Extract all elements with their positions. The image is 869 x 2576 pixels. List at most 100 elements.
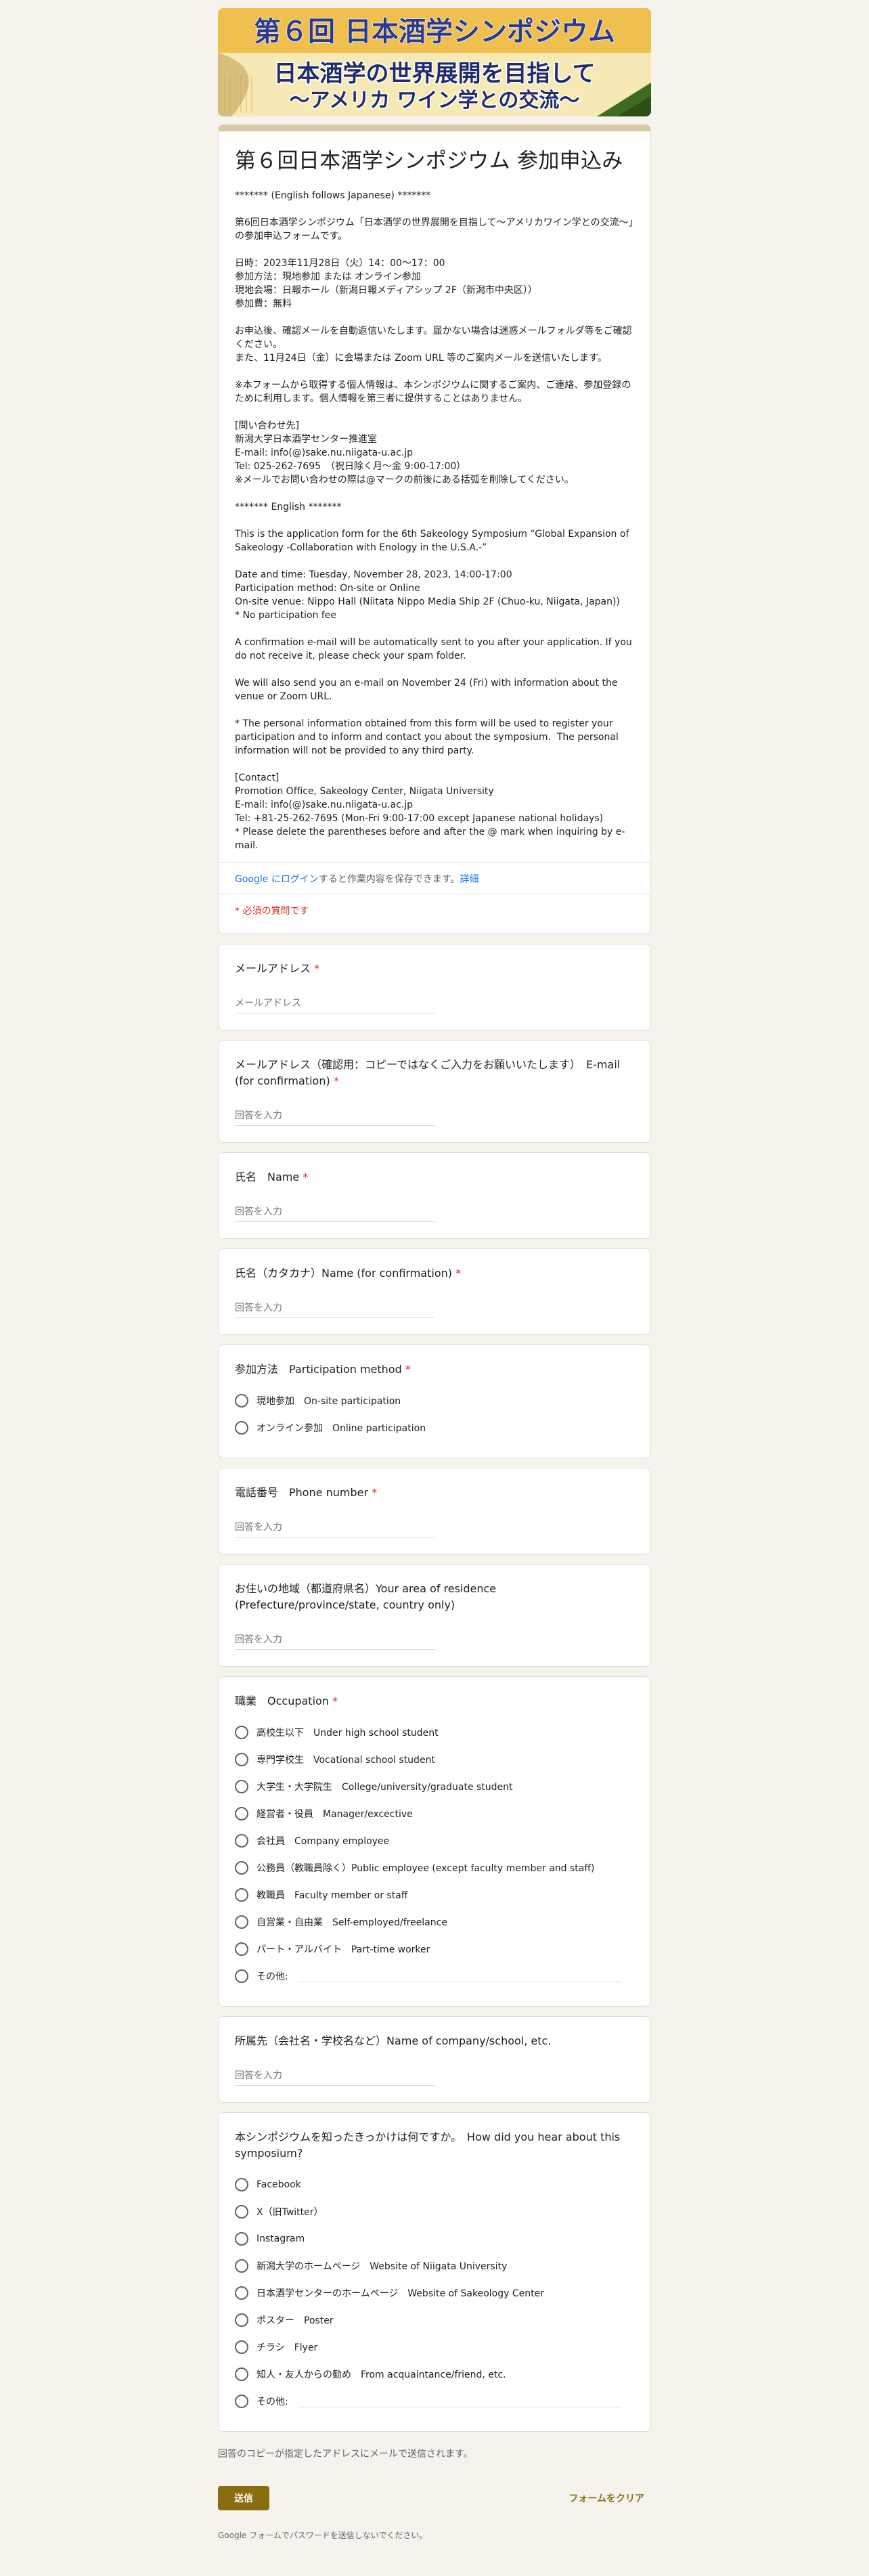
kana-input[interactable] xyxy=(235,1298,435,1318)
radio-option[interactable]: X（旧Twitter） xyxy=(235,2198,634,2225)
radio-button[interactable] xyxy=(235,1969,248,1983)
question-phone: 電話番号 Phone number * xyxy=(218,1468,651,1554)
question-label: 職業 Occupation xyxy=(235,1695,329,1707)
question-title: 電話番号 Phone number * xyxy=(235,1485,634,1501)
required-star: * xyxy=(332,1695,338,1707)
required-star: * xyxy=(455,1267,462,1280)
radio-button[interactable] xyxy=(235,2232,248,2246)
radio-option[interactable]: 高校生以下 Under high school student xyxy=(235,1719,634,1746)
radio-option[interactable]: 知人・友人からの勧め From acquaintance/friend, etc… xyxy=(235,2361,634,2388)
radio-button[interactable] xyxy=(235,1942,248,1956)
option-label: 新潟大学のホームページ Website of Niigata Universit… xyxy=(257,2261,508,2272)
radio-option[interactable]: ポスター Poster xyxy=(235,2307,634,2334)
submit-button[interactable]: 送信 xyxy=(218,2486,269,2510)
radio-option[interactable]: 日本酒学センターのホームページ Website of Sakeology Cen… xyxy=(235,2279,634,2307)
radio-button[interactable] xyxy=(235,2205,248,2219)
copy-note: 回答のコピーが指定したアドレスにメールで送信されます。 xyxy=(218,2449,473,2460)
question-label: 参加方法 Participation method xyxy=(235,1363,402,1376)
phone-input[interactable] xyxy=(235,1517,435,1537)
required-star: * xyxy=(314,962,320,975)
radio-button[interactable] xyxy=(235,2395,248,2408)
question-title: 職業 Occupation * xyxy=(235,1693,634,1709)
question-title: メールアドレス * xyxy=(235,961,634,977)
radio-option[interactable]: 専門学校生 Vocational school student xyxy=(235,1746,634,1773)
radio-option[interactable]: 現地参加 On-site participation xyxy=(235,1387,634,1414)
radio-button[interactable] xyxy=(235,1726,248,1739)
option-label: その他: xyxy=(257,2397,288,2407)
radio-option[interactable]: 教職員 Faculty member or staff xyxy=(235,1881,634,1908)
question-title: お住いの地域（都道府県名）Your area of residence (Pre… xyxy=(235,1582,497,1611)
radio-button[interactable] xyxy=(235,2313,248,2327)
radio-button[interactable] xyxy=(235,2178,248,2191)
question-label: 氏名 Name xyxy=(235,1171,300,1183)
radio-button[interactable] xyxy=(235,2367,248,2381)
radio-button[interactable] xyxy=(235,1888,248,1902)
required-star: * xyxy=(405,1363,411,1376)
name-input[interactable] xyxy=(235,1202,435,1222)
option-label: Facebook xyxy=(257,2179,301,2190)
required-star: * xyxy=(372,1486,378,1499)
option-label: 日本酒学センターのホームページ Website of Sakeology Cen… xyxy=(257,2288,544,2299)
radio-button[interactable] xyxy=(235,1753,248,1766)
radio-button[interactable] xyxy=(235,1861,248,1875)
email-confirm-input[interactable] xyxy=(235,1106,435,1126)
option-label: 高校生以下 Under high school student xyxy=(257,1728,439,1739)
radio-button[interactable] xyxy=(235,1421,248,1435)
radio-option-other[interactable]: その他: xyxy=(235,1963,634,1990)
question-email-confirm: メールアドレス（確認用：コピーではなくご入力をお願いいたします） E-mail … xyxy=(218,1040,651,1143)
option-label: その他: xyxy=(257,1971,288,1982)
login-detail-link[interactable]: 詳細 xyxy=(460,874,478,885)
radio-button[interactable] xyxy=(235,1915,248,1929)
login-row: Google にログインすると作業内容を保存できます。詳細 xyxy=(219,862,650,886)
banner-title: 第６回 日本酒学シンポジウム xyxy=(254,16,615,47)
clear-form-button[interactable]: フォームをクリア xyxy=(569,2491,644,2505)
question-kana: 氏名（カタカナ）Name (for confirmation) * xyxy=(218,1248,651,1335)
form-title: 第６回日本酒学シンポジウム 参加申込み xyxy=(235,149,623,173)
question-occupation: 職業 Occupation * 高校生以下 Under high school … xyxy=(218,1676,651,2007)
question-method: 参加方法 Participation method * 現地参加 On-site… xyxy=(218,1345,651,1458)
radio-option[interactable]: 公務員（教職員除く）Public employee (except facult… xyxy=(235,1854,634,1881)
email-input[interactable] xyxy=(235,993,435,1013)
option-label: 公務員（教職員除く）Public employee (except facult… xyxy=(257,1863,595,1874)
radio-option[interactable]: 自営業・自由業 Self-employed/freelance xyxy=(235,1908,634,1936)
radio-option[interactable]: 経営者・役員 Manager/excective xyxy=(235,1800,634,1827)
radio-button[interactable] xyxy=(235,1780,248,1793)
question-source: 本シンポジウムを知ったきっかけは何ですか。 How did you hear a… xyxy=(218,2112,651,2432)
other-text-input[interactable] xyxy=(297,1970,621,1982)
radio-button[interactable] xyxy=(235,1807,248,1820)
radio-button[interactable] xyxy=(235,1394,248,1407)
question-label: 氏名（カタカナ）Name (for confirmation) xyxy=(235,1267,453,1280)
question-title: 所属先（会社名・学校名など）Name of company/school, et… xyxy=(235,2034,552,2047)
affiliation-input[interactable] xyxy=(235,2066,435,2086)
radio-option[interactable]: 会社員 Company employee xyxy=(235,1827,634,1854)
radio-option[interactable]: オンライン参加 Online participation xyxy=(235,1414,634,1441)
question-title: 参加方法 Participation method * xyxy=(235,1361,634,1378)
form-header-card: 第６回日本酒学シンポジウム 参加申込み ******* (English fol… xyxy=(218,125,651,934)
option-label: パート・アルバイト Part-time worker xyxy=(257,1944,430,1955)
radio-option[interactable]: Instagram xyxy=(235,2225,634,2252)
radio-option-other[interactable]: その他: xyxy=(235,2388,634,2415)
question-affiliation: 所属先（会社名・学校名など）Name of company/school, et… xyxy=(218,2016,651,2103)
question-title: 氏名（カタカナ）Name (for confirmation) * xyxy=(235,1265,634,1282)
option-label: 経営者・役員 Manager/excective xyxy=(257,1809,413,1820)
area-input[interactable] xyxy=(235,1630,435,1650)
radio-option[interactable]: Facebook xyxy=(235,2171,634,2198)
radio-option[interactable]: チラシ Flyer xyxy=(235,2334,634,2361)
login-link[interactable]: Google にログイン xyxy=(235,874,319,885)
question-label: メールアドレス xyxy=(235,962,311,975)
required-note: * 必須の質問です xyxy=(219,894,650,917)
radio-button[interactable] xyxy=(235,2259,248,2273)
other-text-input[interactable] xyxy=(297,2395,621,2407)
header-banner: 第６回 日本酒学シンポジウム 日本酒学の世界展開を目指して ～アメリカ ワイン学… xyxy=(218,8,651,116)
option-label: 自営業・自由業 Self-employed/freelance xyxy=(257,1917,447,1928)
radio-option[interactable]: 新潟大学のホームページ Website of Niigata Universit… xyxy=(235,2252,634,2279)
radio-button[interactable] xyxy=(235,2286,248,2300)
radio-button[interactable] xyxy=(235,1834,248,1848)
radio-option[interactable]: 大学生・大学院生 College/university/graduate stu… xyxy=(235,1773,634,1800)
login-text: すると作業内容を保存できます。 xyxy=(318,874,460,885)
option-label: オンライン参加 Online participation xyxy=(257,1423,426,1434)
banner-artwork: 第６回 日本酒学シンポジウム 日本酒学の世界展開を目指して ～アメリカ ワイン学… xyxy=(218,8,651,116)
question-label: メールアドレス（確認用：コピーではなくご入力をお願いいたします） E-mail … xyxy=(235,1058,621,1087)
radio-option[interactable]: パート・アルバイト Part-time worker xyxy=(235,1936,634,1963)
radio-button[interactable] xyxy=(235,2340,248,2354)
